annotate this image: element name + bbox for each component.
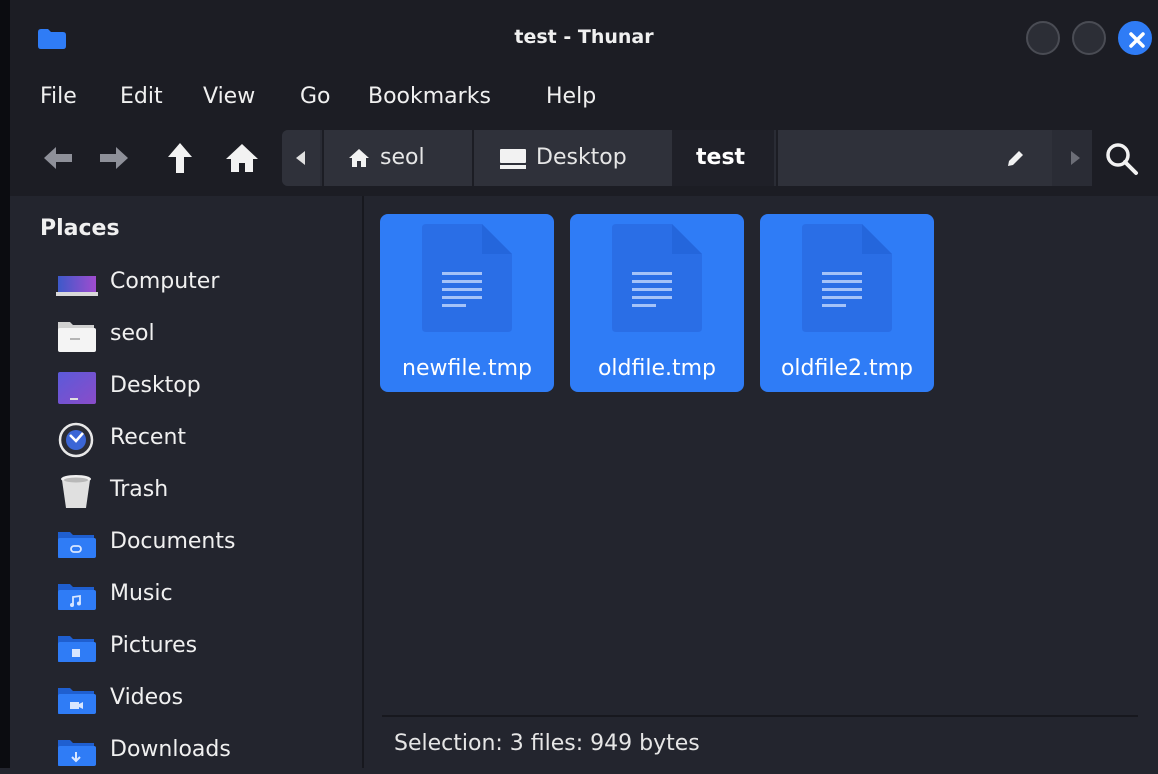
- trash-icon: [61, 475, 91, 508]
- status-text: Selection: 3 files: 949 bytes: [394, 731, 700, 756]
- file-item[interactable]: newfile.tmp: [380, 214, 554, 392]
- breadcrumb-desktop[interactable]: Desktop: [472, 130, 672, 186]
- title-bar[interactable]: test - Thunar: [10, 0, 1158, 72]
- sidebar-item-label: Computer: [110, 269, 220, 294]
- sidebar-item-label: Trash: [110, 477, 169, 502]
- breadcrumb-label: seol: [380, 145, 425, 170]
- sidebar-item-downloads[interactable]: Downloads: [10, 726, 362, 774]
- sidebar-item-label: Videos: [110, 685, 184, 710]
- breadcrumb-current-folder[interactable]: test: [672, 130, 774, 186]
- menu-bookmarks[interactable]: Bookmarks: [368, 84, 491, 109]
- pencil-icon[interactable]: [1006, 148, 1026, 168]
- minimize-button[interactable]: [1026, 21, 1060, 55]
- menu-help[interactable]: Help: [546, 84, 596, 109]
- triangle-left-icon: [296, 151, 305, 165]
- close-icon: [1129, 32, 1145, 48]
- maximize-button[interactable]: [1072, 21, 1106, 55]
- menu-file[interactable]: File: [40, 84, 77, 109]
- file-name: oldfile.tmp: [597, 356, 717, 381]
- sidebar-item-seol[interactable]: seol: [10, 310, 362, 358]
- file-name: oldfile2.tmp: [780, 356, 914, 381]
- documents-folder-icon: [58, 532, 96, 558]
- close-button[interactable]: [1118, 21, 1152, 55]
- sidebar-item-trash[interactable]: Trash: [10, 466, 362, 514]
- file-item[interactable]: oldfile2.tmp: [760, 214, 934, 392]
- path-scroll-right-button[interactable]: [1054, 130, 1092, 186]
- sidebar-item-computer[interactable]: Computer: [10, 258, 362, 306]
- current-folder-label: test: [696, 145, 746, 170]
- sidebar-item-label: Pictures: [110, 633, 198, 658]
- sidebar-item-pictures[interactable]: Pictures: [10, 622, 362, 670]
- thunar-window: test - Thunar File Edit View Go Bookmark…: [10, 0, 1158, 768]
- downloads-folder-icon: [58, 740, 96, 766]
- text-file-icon: [612, 224, 702, 332]
- path-scroll-left-button[interactable]: [282, 130, 320, 186]
- search-icon[interactable]: [1103, 140, 1139, 176]
- sidebar-item-recent[interactable]: Recent: [10, 414, 362, 462]
- file-name: newfile.tmp: [402, 356, 532, 381]
- window-frame-edge: [0, 0, 10, 768]
- path-bar: seol Desktop test: [282, 130, 1092, 186]
- menu-edit[interactable]: Edit: [120, 84, 163, 109]
- music-folder-icon: [58, 584, 96, 610]
- pictures-folder-icon: [58, 636, 96, 662]
- sidebar-item-desktop[interactable]: Desktop: [10, 362, 362, 410]
- forward-arrow-icon[interactable]: [96, 140, 132, 176]
- breadcrumb-seol[interactable]: seol: [322, 130, 472, 186]
- sidebar-item-videos[interactable]: Videos: [10, 674, 362, 722]
- sidebar-item-label: Music: [110, 581, 173, 606]
- toolbar: seol Desktop test: [10, 122, 1158, 196]
- path-edit-field[interactable]: [776, 130, 1052, 186]
- computer-icon: [56, 276, 98, 296]
- sidebar-item-label: Documents: [110, 529, 236, 554]
- sidebar-item-label: Recent: [110, 425, 187, 450]
- up-arrow-icon[interactable]: [162, 140, 198, 176]
- back-arrow-icon[interactable]: [40, 140, 76, 176]
- home-folder-icon: [58, 322, 96, 352]
- menu-go[interactable]: Go: [300, 84, 331, 109]
- sidebar-item-music[interactable]: Music: [10, 570, 362, 618]
- text-file-icon: [422, 224, 512, 332]
- file-view[interactable]: newfile.tmp oldfile.tmp oldfile2.tmp: [364, 196, 1158, 714]
- places-heading: Places: [40, 216, 120, 241]
- home-icon: [349, 149, 369, 167]
- desktop-icon: [58, 372, 96, 404]
- menu-bar: File Edit View Go Bookmarks Help: [10, 72, 1158, 122]
- sidebar: Places Computer seol Desktop Recent Tras…: [10, 196, 362, 768]
- window-title: test - Thunar: [514, 26, 654, 48]
- menu-view[interactable]: View: [203, 84, 255, 109]
- text-file-icon: [802, 224, 892, 332]
- status-bar: Selection: 3 files: 949 bytes: [364, 717, 1158, 768]
- sidebar-item-documents[interactable]: Documents: [10, 518, 362, 566]
- sidebar-item-label: seol: [110, 321, 155, 346]
- home-icon[interactable]: [224, 140, 260, 176]
- sidebar-item-label: Downloads: [110, 737, 231, 762]
- file-item[interactable]: oldfile.tmp: [570, 214, 744, 392]
- triangle-right-icon: [1071, 151, 1080, 165]
- recent-clock-icon: [58, 422, 94, 458]
- breadcrumb-label: Desktop: [536, 145, 627, 170]
- videos-folder-icon: [58, 688, 96, 714]
- sidebar-item-label: Desktop: [110, 373, 201, 398]
- desktop-icon: [500, 149, 526, 169]
